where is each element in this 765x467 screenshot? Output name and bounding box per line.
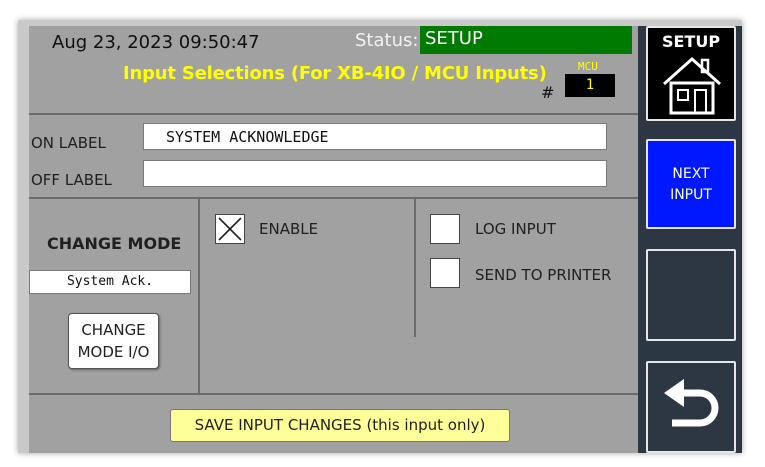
on-label-field[interactable]: SYSTEM ACKNOWLEDGE [143, 123, 607, 150]
save-input-changes-button[interactable]: SAVE INPUT CHANGES (this input only) [170, 409, 510, 442]
log-input-label: LOG INPUT [475, 220, 556, 238]
divider [29, 197, 638, 199]
button-label-line1: CHANGE [81, 321, 146, 339]
setup-home-button[interactable]: SETUP [646, 26, 736, 121]
status-value: SETUP [420, 26, 632, 54]
status-label: Status: [355, 30, 419, 51]
sidebar: SETUP NEXT INPUT [638, 26, 742, 453]
change-mode-io-button[interactable]: CHANGE MODE I/O [68, 313, 159, 369]
mcu-label: MCU [578, 60, 598, 73]
log-input-checkbox[interactable] [430, 214, 460, 244]
divider [29, 393, 638, 395]
datetime: Aug 23, 2023 09:50:47 [52, 32, 260, 53]
off-label-caption: OFF LABEL [31, 171, 112, 189]
back-button[interactable] [646, 361, 736, 453]
back-arrow-icon [664, 379, 719, 427]
blank-button[interactable] [646, 249, 736, 341]
off-label-field[interactable] [143, 160, 607, 187]
next-label-line1: NEXT [672, 166, 710, 182]
hash-sign: # [541, 83, 555, 102]
main-panel: Aug 23, 2023 09:50:47 Status: SETUP Inpu… [29, 26, 638, 453]
divider [414, 197, 416, 337]
page-title: Input Selections (For XB-4IO / MCU Input… [123, 63, 547, 84]
enable-label: ENABLE [259, 220, 319, 238]
home-icon [663, 56, 721, 115]
mcu-number[interactable]: 1 [565, 74, 615, 97]
send-to-printer-label: SEND TO PRINTER [475, 266, 612, 284]
setup-label: SETUP [661, 32, 721, 51]
next-input-button[interactable]: NEXT INPUT [646, 139, 736, 229]
device-screen: Aug 23, 2023 09:50:47 Status: SETUP Inpu… [18, 20, 742, 453]
change-mode-title: CHANGE MODE [47, 234, 182, 253]
divider [198, 197, 200, 393]
button-label-line2: MODE I/O [77, 343, 150, 361]
send-to-printer-checkbox[interactable] [430, 258, 460, 288]
mode-value: System Ack. [29, 270, 191, 294]
divider [29, 113, 638, 115]
next-label-line2: INPUT [670, 187, 712, 203]
checkmark-x-icon [218, 217, 242, 241]
enable-checkbox[interactable] [215, 214, 245, 244]
on-label-caption: ON LABEL [31, 134, 106, 152]
